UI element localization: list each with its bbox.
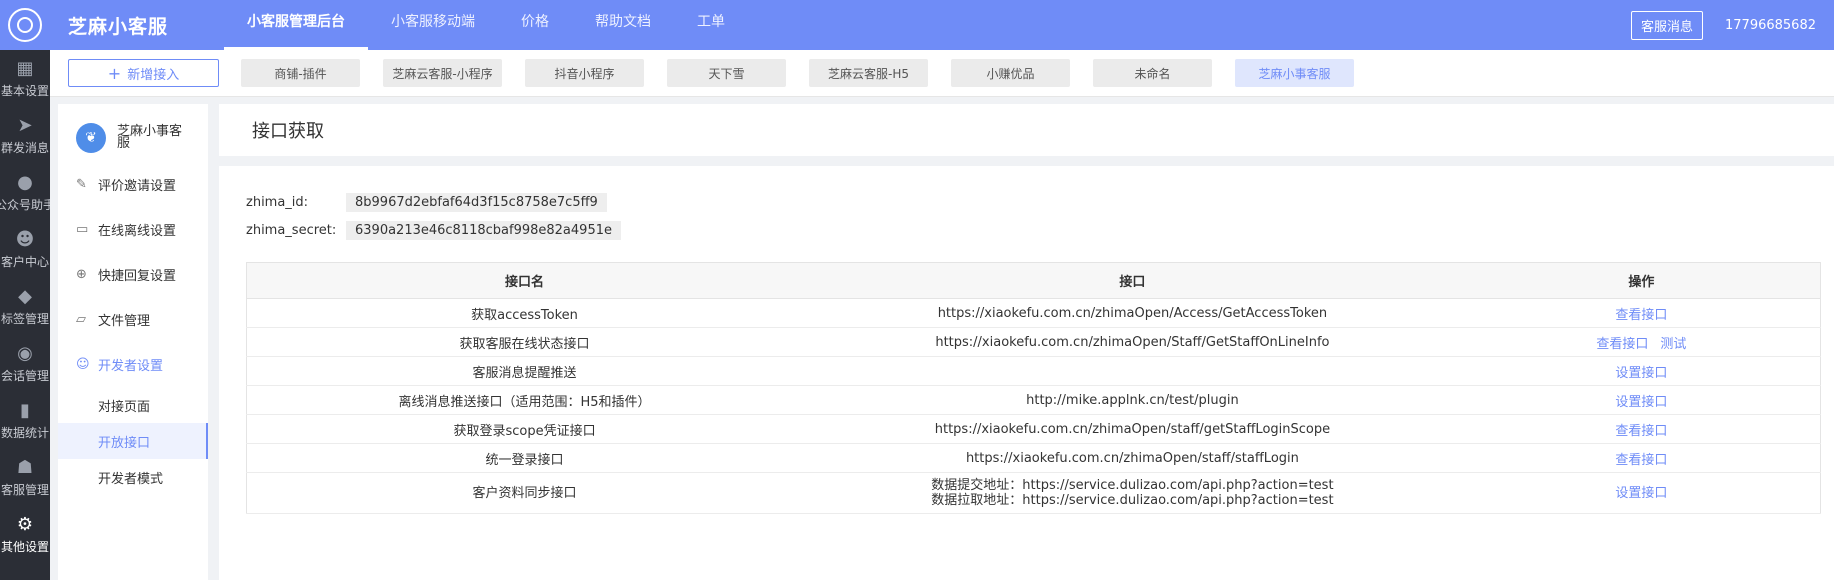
- api-url: https://xiaokefu.com.cn/zhimaOpen/Staff/…: [802, 327, 1463, 357]
- view-api-link[interactable]: 查看接口: [1615, 308, 1667, 323]
- tab-channel[interactable]: 芝麻云客服-小程序: [383, 59, 502, 87]
- api-name: 离线消息推送接口（适用范围：H5和插件）: [246, 385, 803, 415]
- zhima-id-label: zhima_id:: [246, 195, 309, 210]
- table-header-name: 接口名: [246, 262, 803, 299]
- table-header-action: 操作: [1462, 262, 1821, 299]
- table-header-url: 接口: [802, 262, 1463, 299]
- table-row: 离线消息推送接口（适用范围：H5和插件） http://mike.applnk.…: [246, 385, 1821, 415]
- zhima-secret-value[interactable]: 6390a213e46c8118cbaf998e82a4951e: [346, 221, 621, 240]
- nav-customer-center[interactable]: ☻ 客户中心: [0, 221, 50, 278]
- api-url: [802, 356, 1463, 386]
- set-api-link[interactable]: 设置接口: [1615, 486, 1667, 501]
- menu-online-offline[interactable]: ▭ 在线离线设置: [58, 207, 208, 252]
- tab-channel[interactable]: 商铺-插件: [241, 59, 360, 87]
- table-row: 统一登录接口 https://xiaokefu.com.cn/zhimaOpen…: [246, 443, 1821, 473]
- top-nav-mobile[interactable]: 小客服移动端: [368, 0, 498, 50]
- tab-channel[interactable]: 芝麻云客服-H5: [809, 59, 928, 87]
- top-nav-admin[interactable]: 小客服管理后台: [224, 0, 368, 50]
- user-settings-icon: ☺: [76, 357, 90, 372]
- api-url: https://xiaokefu.com.cn/zhimaOpen/Access…: [802, 298, 1463, 328]
- user-phone[interactable]: 17796685682: [1725, 18, 1816, 33]
- left-sidebar: ▦ 基本设置 ➤ 群发消息 ● 公众号助手 ☻ 客户中心 ◆ 标签管理 ◉ 会话管理 ▮ 数据…: [0, 0, 50, 580]
- send-icon: ➤: [17, 114, 33, 136]
- zhima-secret-label: zhima_secret:: [246, 223, 337, 238]
- api-name: 获取客服在线状态接口: [246, 327, 803, 357]
- table-row: 客户资料同步接口 数据提交地址：https://service.dulizao.…: [246, 472, 1821, 514]
- channel-name: 芝麻小事客服: [117, 124, 183, 151]
- table-row: 客服消息提醒推送 设置接口: [246, 356, 1821, 386]
- api-url-pull: 数据拉取地址：https://service.dulizao.com/api.p…: [931, 493, 1334, 508]
- menu-quick-reply[interactable]: ⊕ 快捷回复设置: [58, 252, 208, 297]
- api-name: 获取登录scope凭证接口: [246, 414, 803, 444]
- top-nav-ticket[interactable]: 工单: [674, 0, 748, 50]
- api-url: https://xiaokefu.com.cn/zhimaOpen/staff/…: [802, 414, 1463, 444]
- chat-icon: ◉: [17, 342, 33, 364]
- menu-file-management[interactable]: ▱ 文件管理: [58, 297, 208, 342]
- submenu-open-api[interactable]: 开放接口: [58, 423, 208, 459]
- view-api-link[interactable]: 查看接口: [1596, 337, 1648, 352]
- set-api-link[interactable]: 设置接口: [1615, 366, 1667, 381]
- tab-channel[interactable]: 未命名: [1093, 59, 1212, 87]
- zhima-id-value[interactable]: 8b9967d2ebfaf64d3f15c8758e7c5ff9: [346, 193, 607, 212]
- monitor-icon: ▭: [76, 222, 89, 237]
- submenu-integration-page[interactable]: 对接页面: [58, 387, 208, 423]
- grid-icon: ▦: [16, 57, 34, 79]
- view-api-link[interactable]: 查看接口: [1615, 453, 1667, 468]
- plus-circle-icon: ⊕: [76, 267, 87, 282]
- menu-developer-settings[interactable]: ☺ 开发者设置: [58, 342, 208, 387]
- api-name: 获取accessToken: [246, 298, 803, 328]
- add-channel-button[interactable]: + 新增接入: [68, 59, 219, 87]
- nav-statistics[interactable]: ▮ 数据统计: [0, 392, 50, 449]
- table-row: 获取accessToken https://xiaokefu.com.cn/zh…: [246, 298, 1821, 328]
- tag-icon: ◆: [18, 285, 32, 307]
- tab-channel-active[interactable]: 芝麻小事客服: [1235, 59, 1354, 87]
- nav-tag-management[interactable]: ◆ 标签管理: [0, 278, 50, 335]
- folder-icon: ▱: [76, 312, 86, 327]
- table-row: 获取登录scope凭证接口 https://xiaokefu.com.cn/zh…: [246, 414, 1821, 444]
- bar-chart-icon: ▮: [20, 399, 30, 421]
- app-logo-icon[interactable]: [0, 0, 50, 50]
- users-icon: ☻: [15, 228, 35, 250]
- channel-tabs: + 新增接入 商铺-插件 芝麻云客服-小程序 抖音小程序 天下雪 芝麻云客服-H5…: [50, 50, 1834, 97]
- api-url-submit: 数据提交地址：https://service.dulizao.com/api.p…: [931, 478, 1334, 493]
- tab-channel[interactable]: 抖音小程序: [525, 59, 644, 87]
- channel-avatar-icon: ❦: [76, 123, 106, 153]
- api-name: 客户资料同步接口: [246, 472, 803, 514]
- top-nav-price[interactable]: 价格: [498, 0, 572, 50]
- api-url: https://xiaokefu.com.cn/zhimaOpen/staff/…: [802, 443, 1463, 473]
- edit-icon: ✎: [76, 177, 87, 192]
- wechat-icon: ●: [17, 171, 33, 193]
- set-api-link[interactable]: 设置接口: [1615, 395, 1667, 410]
- api-name: 客服消息提醒推送: [246, 356, 803, 386]
- menu-review-invite[interactable]: ✎ 评价邀请设置: [58, 162, 208, 207]
- api-name: 统一登录接口: [246, 443, 803, 473]
- top-nav: 小客服管理后台 小客服移动端 价格 帮助文档 工单: [224, 0, 748, 50]
- brand-title: 芝麻小客服: [68, 15, 169, 38]
- settings-sidebar: ❦ 芝麻小事客服 ✎ 评价邀请设置 ▭ 在线离线设置 ⊕ 快捷回复设置 ▱ 文件管理 ☺…: [58, 104, 208, 580]
- nav-session-management[interactable]: ◉ 会话管理: [0, 335, 50, 392]
- table-row: 获取客服在线状态接口 https://xiaokefu.com.cn/zhima…: [246, 327, 1821, 357]
- nav-other-settings[interactable]: ⚙ 其他设置: [0, 506, 50, 563]
- nav-wechat-assistant[interactable]: ● 公众号助手: [0, 164, 50, 221]
- top-header: 芝麻小客服 小客服管理后台 小客服移动端 价格 帮助文档 工单 客服消息 177…: [50, 0, 1834, 50]
- plus-icon: +: [107, 63, 122, 83]
- page-title: 接口获取: [219, 104, 1834, 156]
- test-api-link[interactable]: 测试: [1660, 337, 1686, 352]
- customer-message-button[interactable]: 客服消息: [1631, 10, 1704, 40]
- api-panel: zhima_id: 8b9967d2ebfaf64d3f15c8758e7c5f…: [219, 166, 1834, 580]
- top-nav-help[interactable]: 帮助文档: [572, 0, 674, 50]
- submenu-developer-mode[interactable]: 开发者模式: [58, 459, 208, 495]
- nav-staff-management[interactable]: ☗ 客服管理: [0, 449, 50, 506]
- robot-icon: ☗: [16, 456, 34, 478]
- tab-channel[interactable]: 小赚优品: [951, 59, 1070, 87]
- gear-icon: ⚙: [16, 513, 34, 535]
- tab-channel[interactable]: 天下雪: [667, 59, 786, 87]
- view-api-link[interactable]: 查看接口: [1615, 424, 1667, 439]
- api-url: http://mike.applnk.cn/test/plugin: [802, 385, 1463, 415]
- nav-broadcast[interactable]: ➤ 群发消息: [0, 107, 50, 164]
- api-table: 接口名 接口 操作 获取accessToken https://xiaokefu…: [246, 262, 1821, 514]
- nav-basic-settings[interactable]: ▦ 基本设置: [0, 50, 50, 107]
